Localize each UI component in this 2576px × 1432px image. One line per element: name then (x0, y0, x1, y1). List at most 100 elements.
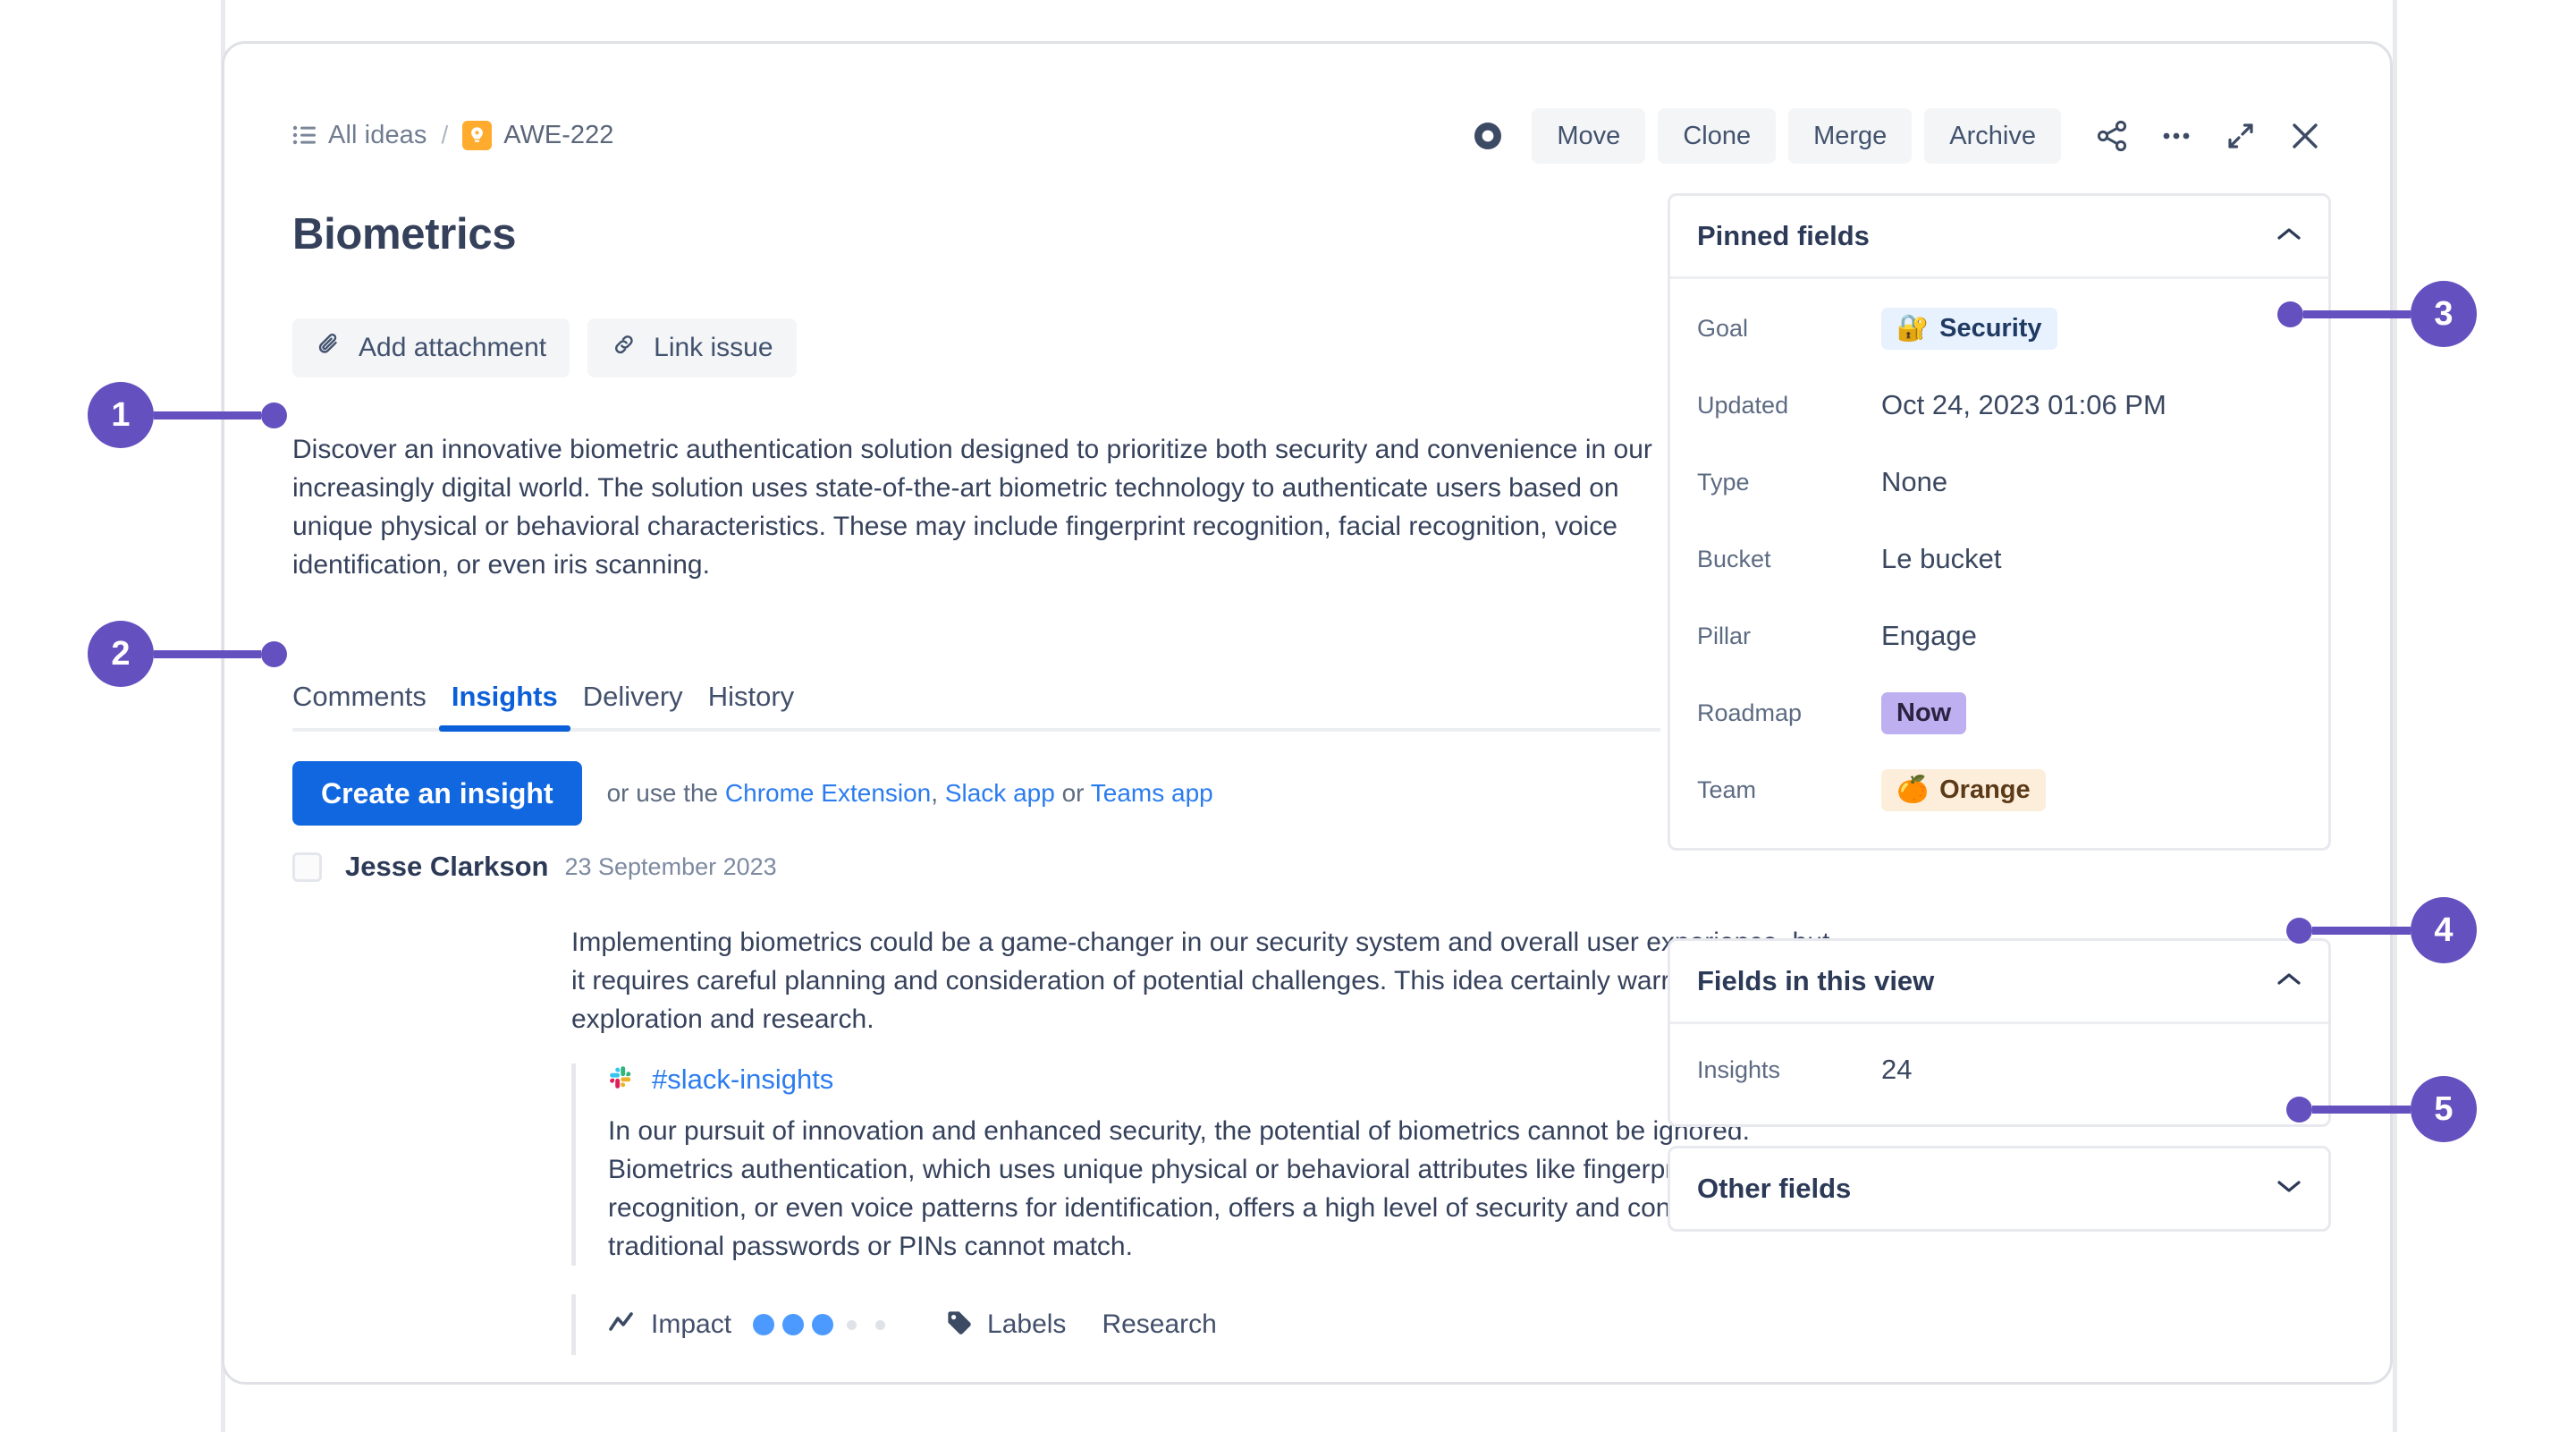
eye-icon[interactable] (1465, 114, 1510, 158)
other-fields-panel: Other fields (1668, 1146, 2331, 1232)
impact-dot-filled-3 (812, 1314, 833, 1335)
page-title: Biometrics (292, 209, 516, 259)
field-value-goal[interactable]: 🔐 Security (1881, 308, 2057, 350)
breadcrumb-issue-key[interactable]: AWE-222 (503, 121, 613, 150)
screenshot-root: All ideas / AWE-222 Move Clone Merg (0, 0, 2576, 1432)
labels-field[interactable]: Labels (946, 1309, 1066, 1341)
pinned-fields-header[interactable]: Pinned fields (1670, 196, 2328, 276)
annotation-line-3 (2303, 310, 2411, 318)
impact-field[interactable]: Impact (608, 1309, 891, 1340)
insight-quote: #slack-insights In our pursuit of innova… (571, 1063, 1850, 1266)
list-icon (292, 125, 316, 145)
quote-source[interactable]: #slack-insights (608, 1063, 1850, 1096)
annotation-badge-4: 4 (2411, 897, 2477, 963)
field-value-team[interactable]: 🍊 Orange (1881, 769, 2046, 811)
breadcrumb: All ideas / AWE-222 (292, 117, 613, 153)
other-fields-title: Other fields (1697, 1173, 1851, 1205)
breadcrumb-all-ideas[interactable]: All ideas (328, 121, 427, 150)
link-issue-button[interactable]: Link issue (587, 318, 796, 377)
annotation-line-2 (154, 650, 261, 658)
goal-tag-label: Security (1939, 314, 2041, 343)
field-row-roadmap[interactable]: Roadmap Now (1697, 674, 2302, 751)
field-label-type: Type (1697, 469, 1881, 496)
add-attachment-button[interactable]: Add attachment (292, 318, 570, 377)
field-label-roadmap: Roadmap (1697, 699, 1881, 727)
impact-dot-filled-1 (753, 1314, 774, 1335)
trend-icon (608, 1312, 637, 1338)
create-insight-row: Create an insight or use the Chrome Exte… (292, 761, 1213, 826)
field-label-bucket: Bucket (1697, 546, 1881, 573)
chevron-up-icon[interactable] (2276, 971, 2302, 991)
slack-app-link[interactable]: Slack app (945, 779, 1055, 807)
pinned-fields-title: Pinned fields (1697, 220, 1870, 252)
field-row-team[interactable]: Team 🍊 Orange (1697, 751, 2302, 828)
field-row-pillar[interactable]: Pillar Engage (1697, 597, 2302, 674)
annotation-dot-4 (2286, 918, 2312, 944)
annotation-1: 1 (88, 382, 287, 448)
field-row-bucket[interactable]: Bucket Le bucket (1697, 521, 2302, 597)
labels-label: Labels (987, 1309, 1066, 1340)
annotation-line-5 (2312, 1106, 2411, 1114)
impact-dot-filled-2 (782, 1314, 804, 1335)
more-horizontal-icon[interactable] (2150, 110, 2202, 162)
annotation-badge-3: 3 (2411, 281, 2477, 347)
idea-actions: Add attachment Link issue (292, 318, 797, 377)
tag-icon (946, 1309, 973, 1341)
guide-rail-right (2393, 0, 2397, 1432)
chrome-extension-link[interactable]: Chrome Extension (725, 779, 931, 807)
labels-value[interactable]: Research (1102, 1309, 1216, 1340)
field-value-type[interactable]: None (1881, 466, 1947, 498)
annotation-dot-5 (2286, 1097, 2312, 1123)
annotation-badge-1: 1 (88, 382, 154, 448)
field-row-goal[interactable]: Goal 🔐 Security (1697, 290, 2302, 367)
annotation-dot-1 (261, 402, 287, 428)
impact-rating[interactable] (753, 1314, 891, 1335)
annotation-line-4 (2312, 927, 2411, 935)
impact-dot-empty-4 (847, 1320, 857, 1330)
breadcrumb-separator: / (442, 121, 449, 149)
chevron-up-icon[interactable] (2276, 226, 2302, 246)
tab-history[interactable]: History (696, 681, 807, 728)
field-label-goal: Goal (1697, 315, 1881, 343)
other-fields-header[interactable]: Other fields (1670, 1148, 2328, 1229)
quote-text: In our pursuit of innovation and enhance… (608, 1112, 1850, 1266)
field-label-team: Team (1697, 776, 1881, 804)
merge-button[interactable]: Merge (1788, 108, 1912, 164)
quote-source-name[interactable]: #slack-insights (652, 1063, 833, 1096)
annotation-badge-2: 2 (88, 621, 154, 687)
slack-icon (608, 1064, 635, 1096)
move-button[interactable]: Move (1532, 108, 1645, 164)
hint-comma: , (931, 779, 945, 807)
tab-insights[interactable]: Insights (439, 681, 570, 728)
team-tag-label: Orange (1939, 775, 2031, 805)
tab-comments[interactable]: Comments (292, 681, 439, 728)
impact-label: Impact (651, 1309, 731, 1340)
tab-delivery[interactable]: Delivery (570, 681, 696, 728)
chevron-down-icon[interactable] (2276, 1179, 2302, 1199)
hint-or: or (1055, 779, 1091, 807)
field-value-pillar[interactable]: Engage (1881, 620, 1977, 652)
hint-prefix: or use the (607, 779, 725, 807)
insight-checkbox[interactable] (292, 852, 322, 882)
field-value-bucket[interactable]: Le bucket (1881, 543, 2001, 575)
field-value-roadmap[interactable]: Now (1881, 692, 1966, 734)
close-icon[interactable] (2279, 110, 2331, 162)
annotation-4: 4 (2286, 897, 2477, 963)
field-row-type[interactable]: Type None (1697, 444, 2302, 521)
roadmap-tag-label: Now (1896, 699, 1951, 728)
teams-app-link[interactable]: Teams app (1091, 779, 1213, 807)
orange-fruit-icon: 🍊 (1896, 777, 1929, 803)
annotation-dot-3 (2277, 301, 2303, 327)
clone-button[interactable]: Clone (1658, 108, 1776, 164)
field-label-insights: Insights (1697, 1056, 1881, 1084)
annotation-2: 2 (88, 621, 287, 687)
lightbulb-icon (462, 121, 492, 150)
archive-button[interactable]: Archive (1924, 108, 2061, 164)
fields-in-view-header[interactable]: Fields in this view (1670, 941, 2328, 1021)
share-icon[interactable] (2086, 110, 2138, 162)
collapse-icon[interactable] (2215, 110, 2267, 162)
idea-description[interactable]: Discover an innovative biometric authent… (292, 430, 1660, 584)
annotation-dot-2 (261, 641, 287, 667)
create-insight-button[interactable]: Create an insight (292, 761, 582, 826)
pinned-fields-panel: Pinned fields Goal 🔐 Security (1668, 193, 2331, 851)
